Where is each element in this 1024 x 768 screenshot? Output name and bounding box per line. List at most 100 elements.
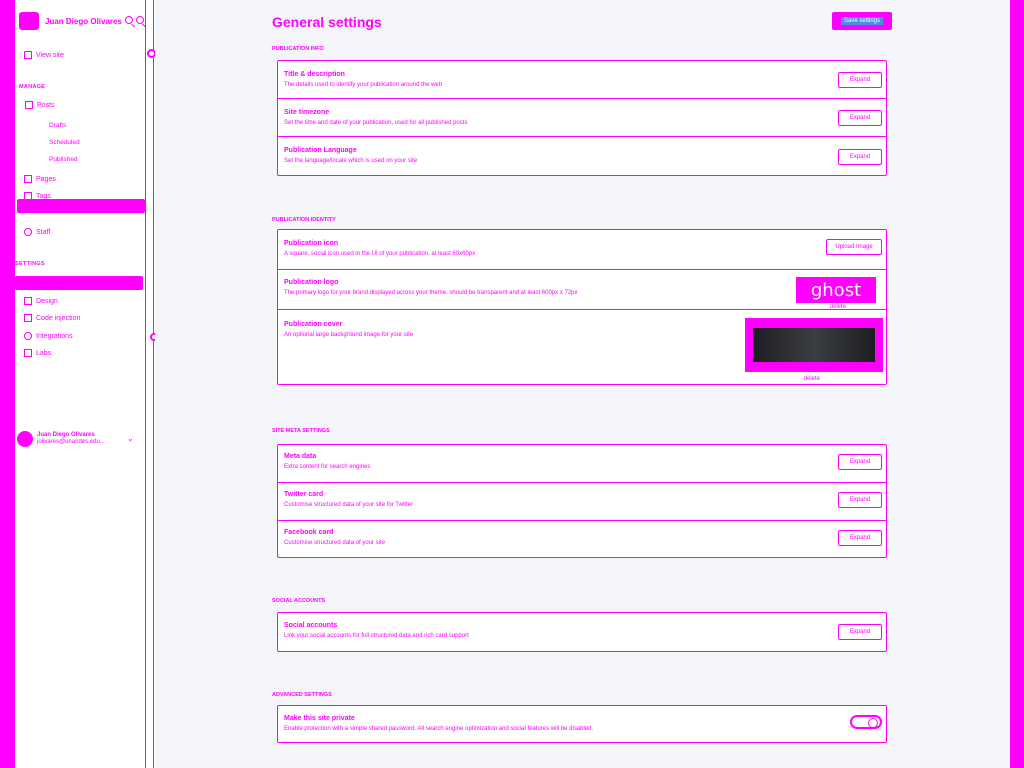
posts-icon — [25, 101, 33, 109]
left-frame — [0, 0, 15, 768]
card-site-meta: Meta data Extra content for search engin… — [277, 444, 887, 558]
section-settings: Settings — [15, 261, 45, 267]
sidebar-item-code-injection[interactable]: Code injection — [24, 314, 80, 322]
code-icon — [24, 314, 32, 322]
brand[interactable]: Juan Diego Olivares — [19, 12, 122, 30]
row-title: Publication icon — [284, 240, 339, 247]
user-menu[interactable]: Juan Diego Olivares jolivares@unandes.ed… — [17, 431, 105, 447]
avatar — [17, 431, 33, 447]
row-description: Link your social accounts for full struc… — [284, 633, 469, 639]
publication-logo-image[interactable]: ghost — [796, 277, 876, 303]
setting-row-language: Publication Language Set the language/lo… — [278, 137, 886, 177]
row-description: Extra content for search engines — [284, 464, 371, 470]
sidebar-item-label: Posts — [37, 101, 55, 109]
save-button[interactable]: Save settings — [832, 12, 892, 30]
sidebar-item-label: Staff — [36, 228, 51, 236]
row-description: A square, social icon used in the UI of … — [284, 251, 476, 257]
integrations-icon — [24, 332, 32, 340]
sidebar-item-label: Code injection — [36, 314, 81, 322]
setting-row-publication-icon: Publication icon A square, social icon u… — [278, 230, 886, 270]
sidebar-item-design[interactable]: Design — [24, 297, 58, 305]
row-description: An optional large background image for y… — [284, 332, 414, 338]
sidebar-item-active-highlight — [17, 199, 145, 213]
setting-row-meta-data: Meta data Extra content for search engin… — [278, 445, 886, 483]
sidebar-item-label: Labs — [36, 349, 52, 357]
setting-row-timezone: Site timezone Set the time and date of y… — [278, 99, 886, 137]
group-label-site-meta: Site meta settings — [272, 428, 330, 434]
upload-image-button[interactable]: Upload Image — [826, 239, 882, 255]
row-description: Set the time and date of your publicatio… — [284, 120, 468, 126]
sidebar-item-label: Design — [36, 297, 58, 305]
row-title: Facebook card — [284, 529, 334, 536]
search-icon[interactable] — [136, 16, 144, 24]
group-label-publication-identity: Publication identity — [272, 217, 336, 223]
delete-cover-link[interactable]: delete — [804, 376, 820, 382]
row-description: Set the language/locale which is used on… — [284, 158, 418, 164]
sidebar-item-general[interactable] — [15, 276, 143, 290]
row-description: The details used to identify your public… — [284, 82, 443, 88]
page-title: General settings — [272, 14, 382, 30]
sidebar-item-integrations[interactable]: Integrations — [24, 332, 73, 340]
setting-row-title-description: Title & description The details used to … — [278, 61, 886, 99]
row-title: Title & description — [284, 71, 345, 78]
chevron-down-icon[interactable]: ⌄ — [127, 434, 134, 443]
row-title: Make this site private — [284, 715, 355, 722]
main-content: General settings Save settings Publicati… — [155, 0, 1010, 768]
private-site-toggle[interactable] — [850, 715, 882, 729]
expand-button[interactable]: Expand — [838, 624, 882, 640]
row-description: The primary logo for your brand displaye… — [284, 290, 578, 296]
group-label-social: Social accounts — [272, 598, 326, 604]
expand-button[interactable]: Expand — [838, 110, 882, 126]
brand-name: Juan Diego Olivares — [45, 16, 122, 26]
expand-button[interactable]: Expand — [838, 72, 882, 88]
publication-cover-image[interactable] — [745, 318, 883, 372]
group-label-advanced: Advanced settings — [272, 692, 332, 698]
sidebar-item-label: Pages — [36, 175, 56, 183]
staff-icon — [24, 228, 32, 236]
sidebar-item-labs[interactable]: Labs — [24, 349, 51, 357]
pages-icon — [24, 175, 32, 183]
setting-row-publication-logo: Publication logo The primary logo for yo… — [278, 270, 886, 310]
user-email: jolivares@unandes.edu... — [37, 439, 105, 445]
group-label-publication-info: Publication info — [272, 46, 324, 52]
setting-row-private-site: Make this site private Enable protection… — [278, 706, 886, 744]
sidebar-item-label: View site — [36, 51, 64, 59]
row-description: Customise structured data of your site — [284, 540, 386, 546]
sidebar-tools — [125, 16, 144, 24]
setting-row-twitter-card: Twitter card Customise structured data o… — [278, 483, 886, 521]
row-description: Enable protection with a simple shared p… — [284, 726, 594, 732]
flask-icon — [24, 349, 32, 357]
sidebar-subitem-drafts[interactable]: Drafts — [49, 122, 66, 129]
sidebar-item-staff[interactable]: Staff — [24, 228, 50, 236]
row-description: Customise structured data of your site f… — [284, 502, 413, 508]
row-title: Publication Language — [284, 147, 357, 154]
expand-button[interactable]: Expand — [838, 454, 882, 470]
row-title: Social accounts — [284, 622, 338, 629]
expand-button[interactable]: Expand — [838, 492, 882, 508]
sidebar-item-label: Integrations — [36, 332, 73, 340]
row-title: Publication cover — [284, 321, 343, 328]
expand-button[interactable]: Expand — [838, 149, 882, 165]
home-icon — [24, 51, 32, 59]
setting-row-publication-cover: Publication cover An optional large back… — [278, 310, 886, 386]
sidebar-item-view-site[interactable]: View site — [24, 51, 64, 59]
sidebar-item-posts[interactable]: Posts — [25, 101, 55, 109]
brush-icon — [24, 297, 32, 305]
user-name: Juan Diego Olivares — [37, 432, 95, 438]
row-title: Publication logo — [284, 279, 339, 286]
row-title: Meta data — [284, 453, 317, 460]
card-advanced: Make this site private Enable protection… — [277, 705, 887, 743]
sidebar-subitem-published[interactable]: Published — [49, 156, 78, 163]
sidebar-subitem-scheduled[interactable]: Scheduled — [49, 139, 80, 146]
sidebar-item-pages[interactable]: Pages — [24, 175, 56, 183]
card-social: Social accounts Link your social account… — [277, 612, 887, 652]
card-publication-identity: Publication icon A square, social icon u… — [277, 229, 887, 385]
search-icon[interactable] — [125, 16, 133, 24]
setting-row-social-accounts: Social accounts Link your social account… — [278, 613, 886, 653]
setting-row-facebook-card: Facebook card Customise structured data … — [278, 521, 886, 559]
expand-button[interactable]: Expand — [838, 530, 882, 546]
row-title: Twitter card — [284, 491, 324, 498]
row-title: Site timezone — [284, 109, 330, 116]
brand-logo — [19, 12, 39, 30]
section-manage: Manage — [19, 84, 46, 90]
